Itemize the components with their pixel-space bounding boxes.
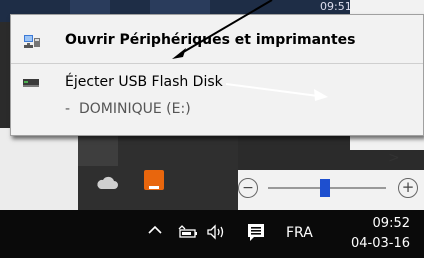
menu-item-label: Ouvrir Périphériques et imprimantes [65,32,356,48]
background-left-strip [0,128,78,210]
menu-item-label: Éjecter USB Flash Disk [65,74,223,90]
menu-item-eject-usb[interactable]: Éjecter USB Flash Disk [11,70,423,96]
background-clock-fragment: 09:51 [320,0,352,13]
usb-drive-icon [23,79,39,87]
onedrive-cloud-icon[interactable] [96,176,118,190]
drive-dash: - [65,101,71,117]
usb-context-menu: Ouvrir Périphériques et imprimantes Éjec… [10,14,424,136]
menu-item-drive[interactable]: - DOMINIQUE (E:) [11,97,423,123]
clock-time[interactable]: 09:52 [346,216,410,231]
taskbar: FRA 09:52 04-03-16 [0,210,424,258]
menu-separator [11,63,423,64]
drive-label: DOMINIQUE (E:) [79,101,191,117]
scroll-right-arrow[interactable]: > [388,150,400,166]
zoom-slider-row: − + [238,170,424,210]
zoom-out-button[interactable]: − [238,178,258,198]
action-center-notification-icon[interactable] [246,222,266,242]
input-language-indicator[interactable]: FRA [286,225,313,241]
zoom-slider-thumb[interactable] [320,179,330,197]
tray-overflow-flyout [78,126,238,210]
power-battery-icon[interactable] [176,224,198,238]
usb-safely-remove-icon[interactable] [144,170,164,190]
volume-speaker-icon[interactable] [206,224,228,240]
menu-item-open-devices[interactable]: Ouvrir Périphériques et imprimantes [11,23,423,57]
clock-date[interactable]: 04-03-16 [340,236,410,251]
show-hidden-icons-chevron-icon[interactable] [148,223,162,237]
devices-printers-icon [24,35,40,48]
zoom-in-button[interactable]: + [398,178,418,198]
